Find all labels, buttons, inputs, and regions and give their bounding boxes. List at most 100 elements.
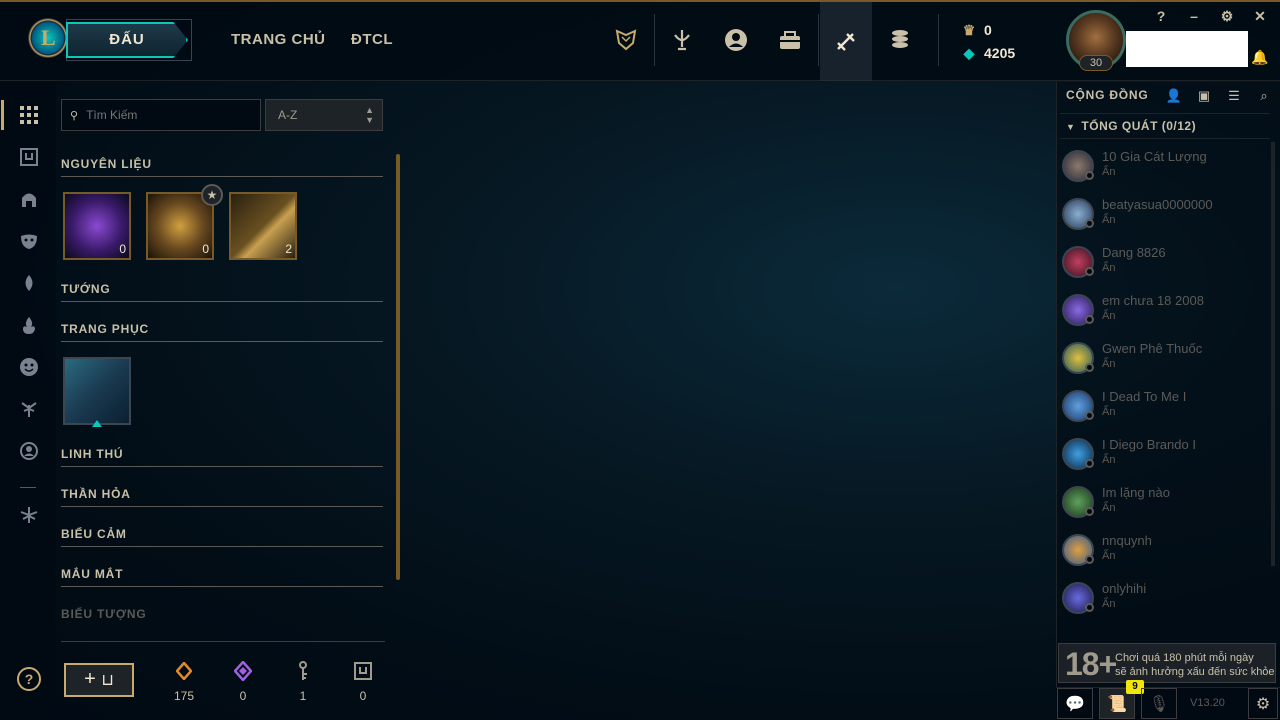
- dropdown-arrows-icon: ▲ ▼: [365, 105, 374, 125]
- section-materials[interactable]: NGUYÊN LIỆU: [61, 157, 383, 177]
- orange-essence-icon: [164, 660, 204, 682]
- help-button[interactable]: ?: [1151, 6, 1171, 26]
- add-folder-icon[interactable]: ▣: [1195, 88, 1213, 104]
- status-dot: [1085, 555, 1094, 564]
- orange-essence-count: 175: [164, 660, 204, 703]
- bell-icon[interactable]: 🔔: [1251, 49, 1268, 66]
- summoner-name-redacted: [1126, 31, 1248, 67]
- skin-mask-icon[interactable]: [18, 230, 40, 252]
- search-icon: ⚲: [70, 109, 79, 122]
- help-button[interactable]: ?: [17, 667, 41, 691]
- friend-item[interactable]: Im lặng nào Ẩn: [1062, 484, 1262, 528]
- friend-item[interactable]: 10 Gia Cát Lượng Ẩn: [1062, 148, 1262, 192]
- status-dot: [1085, 363, 1094, 372]
- item-count: 2: [285, 242, 292, 256]
- tft-icon[interactable]: [18, 504, 40, 526]
- blue-essence-icon: ◆: [963, 45, 975, 61]
- separator: [20, 487, 36, 488]
- version-label: V13.20: [1190, 697, 1225, 709]
- section-wards[interactable]: LINH THÚ: [61, 447, 383, 467]
- age-rating: 18+: [1065, 646, 1117, 682]
- friend-item[interactable]: I Diego Brando I Ẩn: [1062, 436, 1262, 480]
- sort-value: A-Z: [278, 108, 298, 122]
- section-champions[interactable]: TƯỚNG: [61, 282, 383, 302]
- nav-tft[interactable]: ĐTCL: [351, 31, 393, 48]
- champion-helmet-icon[interactable]: [18, 188, 40, 210]
- microphone-icon[interactable]: 🎙: [1141, 688, 1177, 719]
- list-icon[interactable]: ☰: [1225, 88, 1243, 104]
- key-fragment-count: 1: [283, 660, 323, 703]
- item-count: 0: [119, 242, 126, 256]
- separator: [938, 14, 939, 66]
- chest-count: 0: [343, 660, 383, 703]
- notice-text: Chơi quá 180 phút mỗi ngày sẽ ảnh hưởng x…: [1115, 652, 1275, 678]
- challenges-icon[interactable]: [662, 20, 702, 60]
- friend-item[interactable]: I Dead To Me I Ẩn: [1062, 388, 1262, 432]
- friend-item[interactable]: Dang 8826 Ẩn: [1062, 244, 1262, 288]
- league-logo[interactable]: L: [28, 18, 68, 58]
- rarity-triangle-icon: [92, 420, 102, 427]
- mythic-essence-item[interactable]: 0: [63, 192, 131, 260]
- social-scrollbar[interactable]: [1271, 142, 1275, 566]
- section-icons[interactable]: BIỂU TƯỢNG: [61, 607, 383, 626]
- friend-item[interactable]: beatyasua0000000 Ẩn: [1062, 196, 1262, 240]
- chevron-down-icon: ▼: [1066, 122, 1076, 132]
- store-icon[interactable]: [880, 20, 920, 60]
- separator: [818, 14, 819, 66]
- ward-icon[interactable]: [18, 272, 40, 294]
- friend-item[interactable]: onlyhihi Ẩn: [1062, 580, 1262, 624]
- minimize-button[interactable]: –: [1184, 6, 1204, 26]
- chat-icon[interactable]: 💬: [1057, 688, 1093, 719]
- search-input[interactable]: [86, 108, 247, 122]
- totem-flame-icon[interactable]: [18, 314, 40, 336]
- riot-points-icon: ♛: [962, 22, 976, 38]
- chest-icon: [343, 660, 383, 682]
- friend-item[interactable]: em chưa 18 2008 Ẩn: [1062, 292, 1262, 336]
- social-title: CỘNG ĐỒNG: [1066, 88, 1149, 102]
- section-emotes[interactable]: BIỂU CẢM: [61, 527, 383, 547]
- status-dot: [1085, 267, 1094, 276]
- add-friend-icon[interactable]: 👤: [1165, 88, 1183, 104]
- emote-smiley-icon[interactable]: [18, 356, 40, 378]
- section-totems[interactable]: THẦN HỎA: [61, 487, 383, 507]
- bug-report-icon[interactable]: ⚙: [1248, 688, 1278, 719]
- status-dot: [1085, 171, 1094, 180]
- search-box[interactable]: ⚲: [61, 99, 261, 131]
- star-badge-icon: ★: [201, 184, 223, 206]
- active-indicator: [1, 100, 4, 130]
- craft-chest-button[interactable]: + ⊔: [64, 663, 134, 697]
- status-dot: [1085, 219, 1094, 228]
- status-dot: [1085, 411, 1094, 420]
- item-count: 0: [202, 242, 209, 256]
- search-icon[interactable]: ⌕: [1255, 88, 1273, 104]
- loot-icon[interactable]: [820, 2, 872, 81]
- all-grid-icon[interactable]: [18, 104, 40, 126]
- scrollbar[interactable]: [396, 154, 400, 580]
- mythic-essence-icon: [223, 660, 263, 682]
- play-button[interactable]: ĐẤU: [66, 22, 188, 58]
- sort-dropdown[interactable]: A-Z ▲ ▼: [265, 99, 383, 131]
- mythic-essence-count: 0: [223, 660, 263, 703]
- key-fragment-icon: [283, 660, 323, 682]
- collection-icon[interactable]: [770, 20, 810, 60]
- eternals-icon[interactable]: [18, 398, 40, 420]
- settings-gear-icon[interactable]: ⚙: [1217, 6, 1237, 26]
- status-dot: [1085, 459, 1094, 468]
- orange-essence-display: ♛ 0: [962, 22, 992, 38]
- close-button[interactable]: ✕: [1250, 6, 1270, 26]
- friend-item[interactable]: nnquynh Ẩn: [1062, 532, 1262, 576]
- clash-icon[interactable]: [606, 20, 646, 60]
- skin-shard-item[interactable]: [63, 357, 131, 425]
- friend-item[interactable]: Gwen Phê Thuốc Ẩn: [1062, 340, 1262, 384]
- profile-icon[interactable]: [716, 20, 756, 60]
- chest-category-icon[interactable]: [18, 146, 40, 168]
- section-skins[interactable]: TRANG PHỤC: [61, 322, 383, 342]
- nav-home[interactable]: TRANG CHỦ: [231, 31, 326, 48]
- separator: [61, 641, 385, 642]
- health-warning-notice: 18+ Chơi quá 180 phút mỗi ngày sẽ ảnh hưở…: [1058, 643, 1276, 683]
- logo-letter-icon: L: [41, 25, 56, 50]
- section-eye-colors[interactable]: MẮU MẮT: [61, 567, 383, 587]
- key-item[interactable]: 2: [229, 192, 297, 260]
- group-header[interactable]: ▼ TỔNG QUÁT (0/12): [1060, 113, 1270, 139]
- summoner-icon-category[interactable]: [18, 440, 40, 462]
